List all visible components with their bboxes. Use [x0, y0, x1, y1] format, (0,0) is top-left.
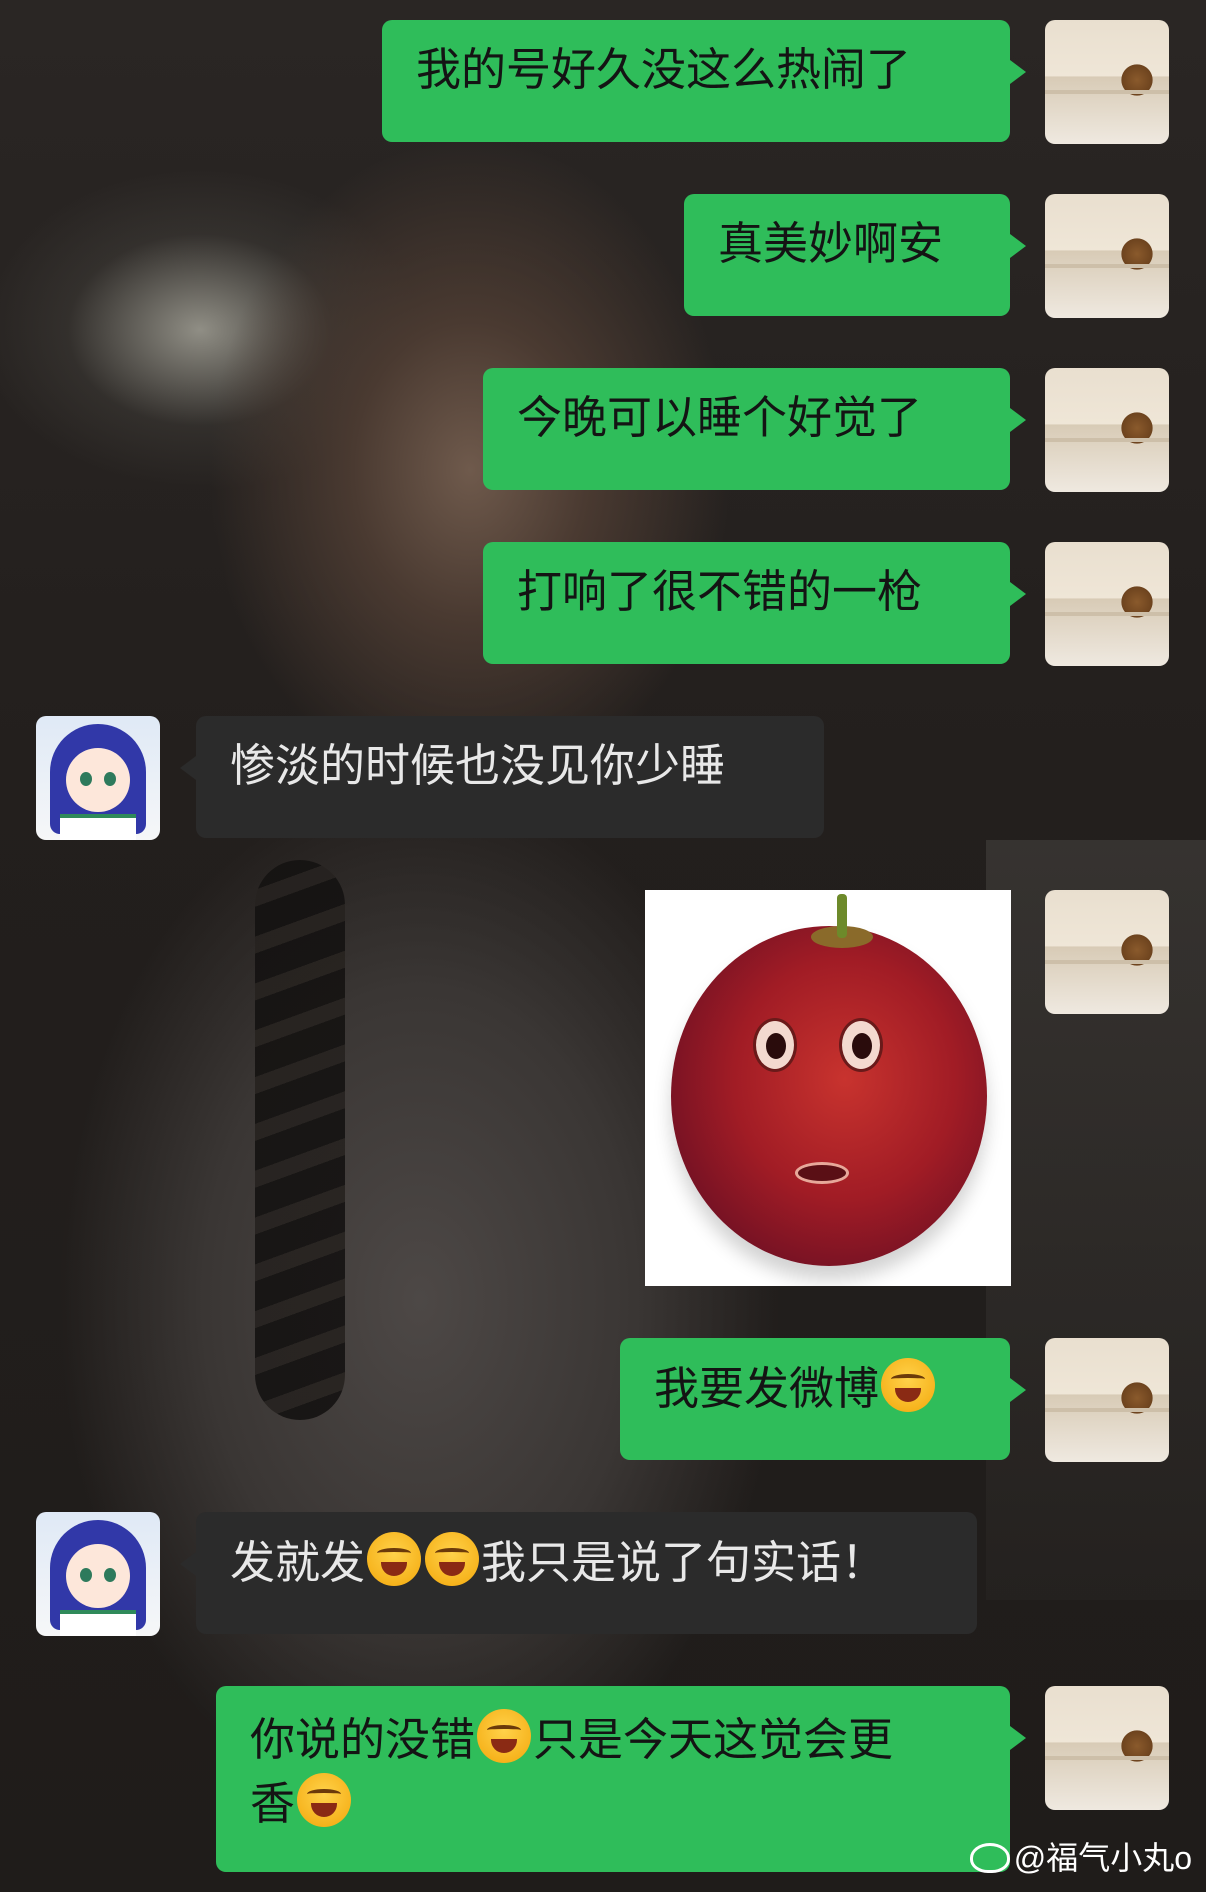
message-text: 我只是说了句实话！ — [481, 1536, 887, 1589]
peer-avatar[interactable] — [36, 1512, 160, 1636]
message-text: 今晚可以睡个好觉了 — [517, 391, 923, 444]
peer-message-bubble[interactable]: 发就发 我只是说了句实话！ — [180, 1512, 977, 1634]
my-avatar[interactable] — [1045, 890, 1169, 1014]
my-message-bubble[interactable]: 真美妙啊安 — [684, 194, 1026, 316]
message-text: 惨淡的时候也没见你少睡 — [230, 739, 726, 792]
my-avatar[interactable] — [1045, 194, 1169, 318]
weibo-logo-icon — [969, 1843, 1010, 1873]
peer-avatar[interactable] — [36, 716, 160, 840]
grape-face-sticker[interactable] — [645, 890, 1011, 1286]
message-text: 打响了很不错的一枪 — [517, 565, 923, 618]
message-text: 你说的没错 — [250, 1713, 476, 1766]
background-braid — [255, 860, 345, 1420]
my-message-bubble[interactable]: 我要发微博 — [620, 1338, 1026, 1460]
my-avatar[interactable] — [1045, 20, 1169, 144]
my-message-bubble[interactable]: 我的号好久没这么热闹了 — [382, 20, 1026, 142]
peer-message-bubble[interactable]: 惨淡的时候也没见你少睡 — [180, 716, 824, 838]
my-avatar[interactable] — [1045, 1686, 1169, 1810]
grimacing-laugh-emoji-icon — [425, 1532, 480, 1586]
my-avatar[interactable] — [1045, 542, 1169, 666]
message-text: 只是今天这觉会更 — [533, 1713, 894, 1766]
my-message-bubble[interactable]: 你说的没错 只是今天这觉会更香 — [216, 1686, 1026, 1872]
my-message-bubble[interactable]: 打响了很不错的一枪 — [483, 542, 1026, 664]
my-avatar[interactable] — [1045, 1338, 1169, 1462]
weibo-watermark: @福气小丸o — [969, 1838, 1192, 1878]
watermark-text: @福气小丸o — [1013, 1840, 1192, 1876]
grimacing-laugh-emoji-icon — [297, 1773, 352, 1827]
message-text: 发就发 — [230, 1536, 366, 1589]
grimacing-laugh-emoji-icon — [477, 1709, 532, 1763]
my-avatar[interactable] — [1045, 368, 1169, 492]
message-text: 我要发微博 — [654, 1362, 880, 1415]
message-text: 香 — [250, 1777, 296, 1830]
grimacing-laugh-emoji-icon — [881, 1358, 936, 1412]
message-text: 真美妙啊安 — [718, 217, 944, 270]
my-message-bubble[interactable]: 今晚可以睡个好觉了 — [483, 368, 1026, 490]
message-text: 我的号好久没这么热闹了 — [416, 43, 912, 96]
grimacing-laugh-emoji-icon — [367, 1532, 422, 1586]
